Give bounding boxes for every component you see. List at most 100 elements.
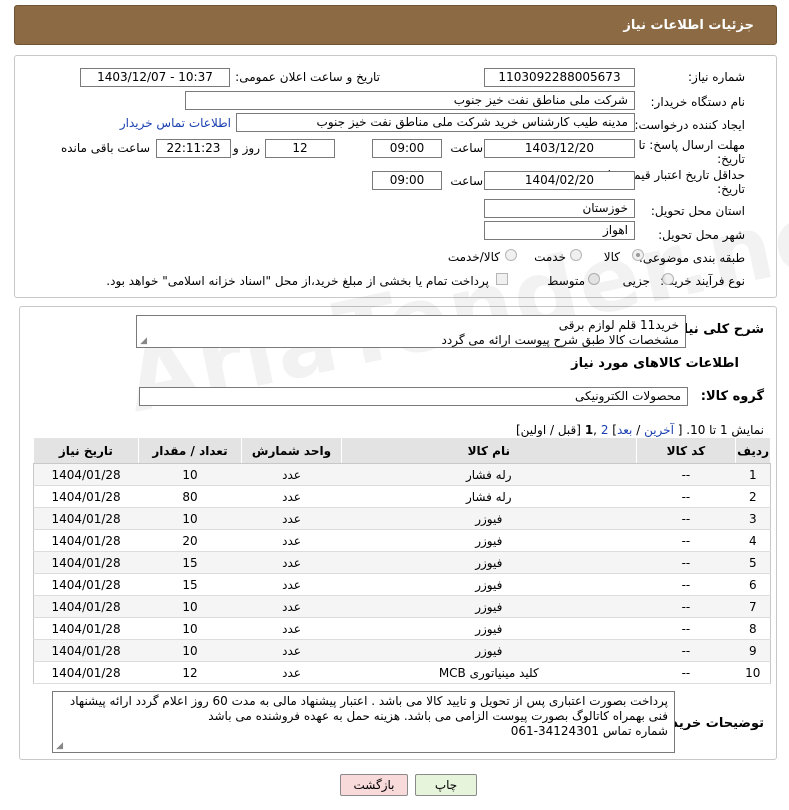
cell-quantity: 12 <box>138 661 242 684</box>
reply-date-field[interactable]: 1403/12/20 <box>484 139 635 158</box>
cell-unit: عدد <box>241 551 342 574</box>
province-field[interactable]: خوزستان <box>484 199 635 218</box>
resize-grip-icon[interactable]: ◢ <box>139 337 147 346</box>
print-button[interactable]: چاپ <box>415 774 477 796</box>
cell-need-date: 1404/01/28 <box>33 551 139 574</box>
reply-time-label: ساعت <box>450 141 483 155</box>
cell-item-name: فیوزر <box>341 639 637 662</box>
col-item-code[interactable]: کد کالا <box>635 437 737 464</box>
remaining-time-field[interactable]: 22:11:23 <box>156 139 231 158</box>
resize-grip-icon[interactable]: ◢ <box>55 742 63 751</box>
cell-item-code: -- <box>636 661 736 684</box>
announce-label: تاریخ و ساعت اعلان عمومی: <box>235 70 380 84</box>
table-row[interactable]: 4 -- فیوزر عدد 20 1404/01/28 <box>33 529 771 552</box>
table-row[interactable]: 3 -- فیوزر عدد 10 1404/01/28 <box>33 507 771 530</box>
summary-textarea[interactable]: خرید11 قلم لوازم برقی مشخصات کالا طبق شر… <box>136 315 686 348</box>
table-row[interactable]: 5 -- فیوزر عدد 15 1404/01/28 <box>33 551 771 574</box>
col-quantity[interactable]: تعداد / مقدار <box>137 437 243 464</box>
page-title: جزئیات اطلاعات نیاز <box>623 17 754 33</box>
cell-need-date: 1404/01/28 <box>33 573 139 596</box>
city-label: شهر محل تحویل: <box>658 228 745 242</box>
category-service-label: خدمت <box>534 250 566 264</box>
requester-label: ایجاد کننده درخواست: <box>634 118 745 132</box>
category-radio-service[interactable] <box>570 249 582 261</box>
cell-quantity: 20 <box>138 529 242 552</box>
col-need-date[interactable]: تاریخ نیاز <box>33 437 139 464</box>
category-radio-goods[interactable] <box>632 249 644 261</box>
cell-item-name: فیوزر <box>341 573 637 596</box>
table-row[interactable]: 8 -- فیوزر عدد 10 1404/01/28 <box>33 617 771 640</box>
table-row[interactable]: 9 -- فیوزر عدد 10 1404/01/28 <box>33 639 771 662</box>
cell-item-code: -- <box>636 573 736 596</box>
cell-item-name: رله فشار <box>341 485 637 508</box>
pager-next-link[interactable]: بعد <box>617 423 632 437</box>
cell-unit: عدد <box>241 485 342 508</box>
cell-row-number: 10 <box>735 661 771 684</box>
purchase-radio-minor[interactable] <box>662 273 674 285</box>
days-field[interactable]: 12 <box>265 139 335 158</box>
reply-time-field[interactable]: 09:00 <box>372 139 442 158</box>
cell-row-number: 8 <box>735 617 771 640</box>
requester-field[interactable]: مدینه طیب کارشناس خرید شرکت ملی مناطق نف… <box>236 113 635 132</box>
reply-deadline-label-2: تاریخ: <box>717 152 745 166</box>
summary-line-2: مشخصات کالا طبق شرح پیوست ارائه می گردد <box>441 333 679 347</box>
col-item-name[interactable]: نام کالا <box>340 437 637 464</box>
col-row-number[interactable]: ردیف <box>735 437 771 464</box>
buyer-notes-textarea[interactable]: پرداخت بصورت اعتباری پس از تحویل و تایید… <box>52 691 675 753</box>
category-goods-label: کالا <box>603 250 620 264</box>
cell-item-name: کلید مینیاتوری MCB <box>341 661 637 684</box>
reply-deadline-label: مهلت ارسال پاسخ: تا <box>638 138 745 152</box>
need-number-field[interactable]: 1103092288005673 <box>484 68 635 87</box>
cell-unit: عدد <box>241 529 342 552</box>
purchase-medium-label: متوسط <box>547 274 585 288</box>
cell-row-number: 3 <box>735 507 771 530</box>
cell-quantity: 10 <box>138 617 242 640</box>
treasury-payment-checkbox[interactable] <box>496 273 508 285</box>
table-row[interactable]: 6 -- فیوزر عدد 15 1404/01/28 <box>33 573 771 596</box>
buyer-org-label: نام دستگاه خریدار: <box>650 95 746 109</box>
pager-last-link[interactable]: آخرین <box>644 423 674 437</box>
purchase-minor-label: جزیی <box>622 274 650 288</box>
announce-field[interactable]: 1403/12/07 - 10:37 <box>80 68 230 87</box>
contact-info-link[interactable]: اطلاعات تماس خریدار <box>120 116 231 130</box>
notes-line-3: شماره تماس 34124301-061 <box>510 724 668 738</box>
cell-item-code: -- <box>636 617 736 640</box>
price-validity-label-2: تاریخ: <box>717 182 745 196</box>
table-row[interactable]: 2 -- رله فشار عدد 80 1404/01/28 <box>33 485 771 508</box>
goods-info-title: اطلاعات کالاهای مورد نیاز <box>571 356 739 371</box>
goods-table: ردیف کد کالا نام کالا واحد شمارش تعداد /… <box>33 437 771 684</box>
cell-need-date: 1404/01/28 <box>33 485 139 508</box>
cell-row-number: 9 <box>735 639 771 662</box>
cell-item-code: -- <box>636 529 736 552</box>
table-row[interactable]: 7 -- فیوزر عدد 10 1404/01/28 <box>33 595 771 618</box>
col-unit[interactable]: واحد شمارش <box>241 437 342 464</box>
pager: نمایش 1 تا 10. [ آخرین / بعد] 2 ,1 [قبل … <box>515 423 764 437</box>
pager-page-2[interactable]: 2 <box>601 423 609 437</box>
notes-line-2: فنی بهمراه کاتالوگ بصورت پیوست الزامی می… <box>208 709 668 723</box>
cell-quantity: 10 <box>138 639 242 662</box>
table-header-row: ردیف کد کالا نام کالا واحد شمارش تعداد /… <box>33 437 771 464</box>
cell-row-number: 6 <box>735 573 771 596</box>
cell-unit: عدد <box>241 639 342 662</box>
table-row[interactable]: 1 -- رله فشار عدد 10 1404/01/28 <box>33 463 771 486</box>
goods-group-field[interactable]: محصولات الکترونیکی <box>139 387 688 406</box>
cell-row-number: 1 <box>735 463 771 486</box>
cell-item-name: فیوزر <box>341 529 637 552</box>
pager-current-page: 1 <box>584 423 594 437</box>
table-row[interactable]: 10 -- کلید مینیاتوری MCB عدد 12 1404/01/28 <box>33 661 771 684</box>
validity-time-field[interactable]: 09:00 <box>372 171 442 190</box>
category-label: طبقه بندی موضوعی: <box>638 251 745 265</box>
city-field[interactable]: اهواز <box>484 221 635 240</box>
cell-item-code: -- <box>636 595 736 618</box>
category-radio-both[interactable] <box>505 249 517 261</box>
back-button[interactable]: بازگشت <box>340 774 408 796</box>
cell-item-code: -- <box>636 639 736 662</box>
cell-item-name: فیوزر <box>341 551 637 574</box>
table-body: 1 -- رله فشار عدد 10 1404/01/28 2 -- رله فشار عدد… <box>33 463 771 684</box>
cell-row-number: 5 <box>735 551 771 574</box>
purchase-radio-medium[interactable] <box>588 273 600 285</box>
buyer-org-field[interactable]: شرکت ملی مناطق نفت خیز جنوب <box>185 91 635 110</box>
remaining-label: ساعت باقی مانده <box>60 141 150 155</box>
validity-date-field[interactable]: 1404/02/20 <box>484 171 635 190</box>
cell-item-code: -- <box>636 485 736 508</box>
